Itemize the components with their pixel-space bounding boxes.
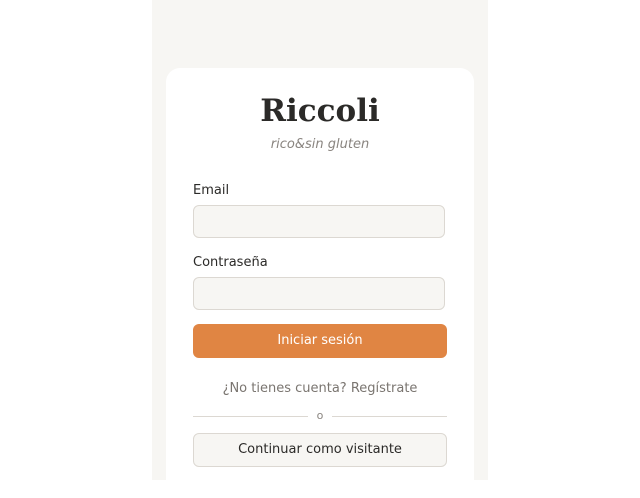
brand-title: Riccoli <box>260 93 380 129</box>
password-label: Contraseña <box>193 255 268 270</box>
register-link[interactable]: ¿No tienes cuenta? Regístrate <box>0 381 640 397</box>
email-field[interactable] <box>193 205 445 238</box>
guest-button[interactable]: Continuar como visitante <box>193 433 447 467</box>
password-field[interactable] <box>193 277 445 310</box>
brand-tagline: rico&sin gluten <box>270 137 370 152</box>
divider-line-right <box>332 416 447 417</box>
email-label: Email <box>193 183 230 198</box>
divider: o <box>193 409 447 423</box>
login-button[interactable]: Iniciar sesión <box>193 324 447 358</box>
